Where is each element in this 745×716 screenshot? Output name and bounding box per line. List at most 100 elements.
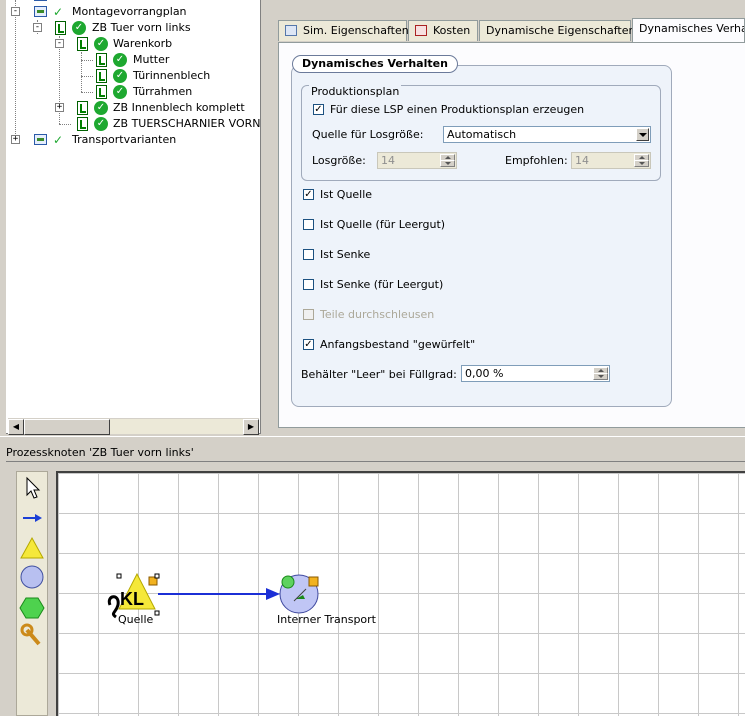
tab-dynamisches-verhalten[interactable]: Dynamisches Verhalten [632,18,745,42]
tab-bar: Sim. Eigenschaften Kosten Dynamische Eig… [276,18,745,42]
tab-dynamische-eigenschaften[interactable]: Dynamische Eigenschaften [479,20,635,41]
lot-size-spinner[interactable]: 14 [377,152,457,169]
source-lot-size-select[interactable]: Automatisch [443,126,651,143]
part-icon [55,21,66,35]
vertical-splitter[interactable] [262,0,276,436]
status-ok-icon: ✓ [94,101,108,115]
check-icon: ✓ [53,133,64,147]
recommended-value: 14 [575,154,589,167]
scroll-left-button[interactable]: ◀ [8,419,24,435]
teile-durchschleusen-checkbox[interactable] [303,309,314,320]
chevron-down-icon[interactable] [636,128,649,141]
spin-down-button[interactable] [593,373,608,380]
circle-tool-icon[interactable] [20,565,44,589]
lot-size-value: 14 [381,154,395,167]
ist-quelle-checkbox[interactable]: ✓ [303,189,314,200]
container-empty-label: Behälter "Leer" bei Füllgrad: [301,368,457,381]
tree-item-label: Mutter [133,53,170,66]
tree-item-label: Montagevorrangplan [72,5,187,18]
group-title: Dynamisches Verhalten [292,55,458,73]
part-icon [77,101,88,115]
chart-icon [285,25,297,36]
part-icon [77,117,88,131]
tree-item-montagevorrangplan[interactable]: - ✓ Montagevorrangplan [6,4,260,20]
triangle-tool-icon[interactable] [20,536,44,559]
palette-icons [19,476,45,646]
plan-icon [34,6,47,17]
tree-item-zb-tuer-vorn-links[interactable]: - ✓ ZB Tuer vorn links [6,20,260,36]
source-lot-size-label: Quelle für Losgröße: [312,128,424,141]
pointer-tool-icon[interactable] [26,476,41,499]
collapse-icon[interactable]: - [11,7,20,16]
create-production-plan-label: Für diese LSP einen Produktionsplan erze… [330,103,585,116]
interner-transport-node[interactable] [279,574,319,614]
wrench-tool-icon[interactable] [20,623,41,646]
arrow-tool-icon[interactable] [23,514,42,522]
anfangsbestand-checkbox[interactable]: ✓ [303,339,314,350]
expand-icon[interactable]: + [11,135,20,144]
part-icon [96,85,107,99]
tree-item-transportvarianten[interactable]: + ✓ Transportvarianten [6,132,260,148]
spin-down-button[interactable] [440,160,455,167]
tree-item-label: ZB TUERSCHARNIER VORN UN [113,117,261,130]
tree-item-label: Warenkorb [113,37,173,50]
expand-icon[interactable]: + [55,103,64,112]
tree-item-warenkorb[interactable]: - ✓ Warenkorb [6,36,260,52]
tab-label: Sim. Eigenschaften [303,24,409,37]
part-icon [96,69,107,83]
tree-item-tuerrahmen[interactable]: ✓ Türrahmen [6,84,260,100]
check-icon: ✓ [53,5,64,19]
ist-quelle-leergut-label: Ist Quelle (für Leergut) [320,218,446,231]
status-ok-icon: ✓ [94,37,108,51]
tab-label: Dynamische Eigenschaften [486,24,636,37]
tree-item-mutter[interactable]: ✓ Mutter [6,52,260,68]
source-lot-size-value: Automatisch [447,128,517,141]
ist-quelle-leergut-checkbox[interactable] [303,219,314,230]
tree-item-label: ZB Tuer vorn links [92,21,191,34]
tab-label: Kosten [433,24,471,37]
collapse-icon[interactable]: - [33,23,42,32]
tab-panel-dynamisches-verhalten: Dynamisches Verhalten Produktionsplan ✓ … [278,42,745,428]
scroll-thumb[interactable] [24,419,110,435]
quelle-label: Quelle [118,613,154,626]
plan-icon [34,0,47,1]
quelle-node[interactable]: KL [107,572,160,619]
tab-kosten[interactable]: Kosten [408,20,478,41]
cost-icon [415,25,427,36]
tree-item-tuerinnenblech[interactable]: ✓ Türinnenblech [6,68,260,84]
anfangsbestand-label: Anfangsbestand "gewürfelt" [320,338,476,351]
status-ok-icon: ✓ [113,69,127,83]
ist-senke-checkbox[interactable] [303,249,314,260]
part-icon [96,53,107,67]
tab-label: Dynamisches Verhalten [639,22,744,35]
container-empty-value: 0,00 % [465,367,504,380]
spin-down-button[interactable] [634,160,649,167]
process-canvas[interactable]: KL Quelle Interner Transport [56,471,745,716]
tab-sim-eigenschaften[interactable]: Sim. Eigenschaften [278,20,409,41]
collapse-icon[interactable]: - [55,39,64,48]
ist-quelle-label: Ist Quelle [320,188,373,201]
process-node-title: Prozessknoten 'ZB Tuer vorn links' [6,446,194,459]
plan-icon [34,134,47,145]
recommended-spinner[interactable]: 14 [571,152,651,169]
tree-horizontal-scrollbar[interactable]: ◀ ▶ [8,418,259,435]
tree-item-zb-innenblech-komplett[interactable]: + ✓ ZB Innenblech komplett [6,100,260,116]
container-empty-spinner[interactable]: 0,00 % [461,365,610,382]
horizontal-splitter[interactable] [0,436,745,444]
status-ok-icon: ✓ [113,53,127,67]
ist-senke-leergut-checkbox[interactable] [303,279,314,290]
tree-view[interactable]: - - ✓ Montagevorrangplan - ✓ ZB Tuer vor… [6,0,261,434]
svg-text:KL: KL [120,589,144,609]
production-plan-title: Produktionsplan [309,85,402,98]
hexagon-tool-icon[interactable] [19,597,45,619]
scroll-right-button[interactable]: ▶ [243,419,259,435]
recommended-label: Empfohlen: [505,154,568,167]
tree-item-label: ZB Innenblech komplett [113,101,245,114]
create-production-plan-checkbox[interactable]: ✓ [313,104,324,115]
status-ok-icon: ✓ [113,85,127,99]
tree-item-zb-tuerscharnier[interactable]: ✓ ZB TUERSCHARNIER VORN UN [6,116,261,132]
status-ok-icon: ✓ [94,117,108,131]
tool-palette [16,471,48,716]
connection-arrow[interactable] [158,588,280,600]
ist-senke-leergut-label: Ist Senke (für Leergut) [320,278,444,291]
